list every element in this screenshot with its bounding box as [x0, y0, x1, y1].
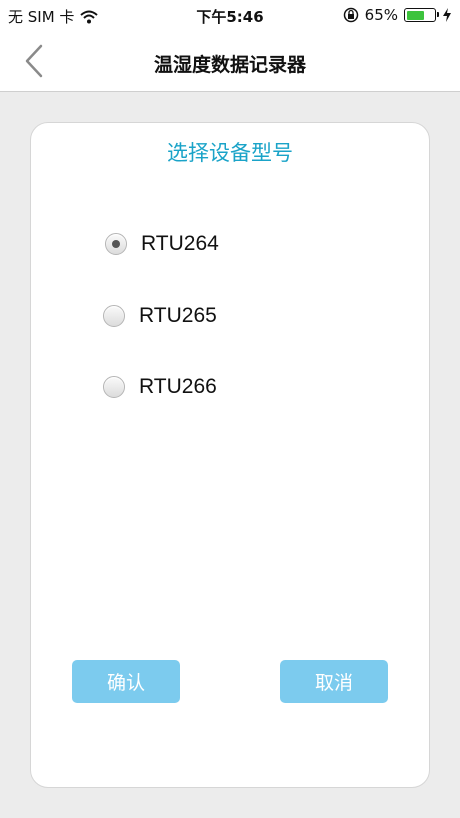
battery-percent: 65%	[364, 6, 398, 24]
battery-fill	[406, 10, 425, 20]
confirm-button[interactable]: 确认	[72, 660, 180, 703]
radio-button[interactable]	[103, 376, 125, 398]
option-rtu265[interactable]: RTU265	[103, 299, 217, 333]
status-right: 65%	[343, 6, 452, 24]
radio-button[interactable]	[103, 305, 125, 327]
option-rtu266[interactable]: RTU266	[103, 370, 217, 404]
charging-bolt-icon	[443, 8, 451, 22]
radio-button-selected[interactable]	[105, 233, 127, 255]
option-label: RTU265	[139, 304, 217, 327]
rotation-lock-icon	[343, 7, 358, 23]
option-rtu264[interactable]: RTU264	[105, 227, 219, 261]
cancel-button[interactable]: 取消	[280, 660, 388, 703]
option-label: RTU264	[141, 232, 219, 255]
nav-bar: 温湿度数据记录器	[0, 30, 460, 92]
status-bar: 无 SIM 卡 下午5:46 65%	[0, 0, 460, 30]
battery-icon	[404, 8, 439, 22]
page-title: 温湿度数据记录器	[153, 54, 306, 76]
device-model-dialog: 选择设备型号 RTU264 RTU265 RTU266 确认 取消	[30, 122, 430, 788]
dialog-title: 选择设备型号	[167, 141, 293, 165]
option-label: RTU266	[139, 375, 217, 398]
